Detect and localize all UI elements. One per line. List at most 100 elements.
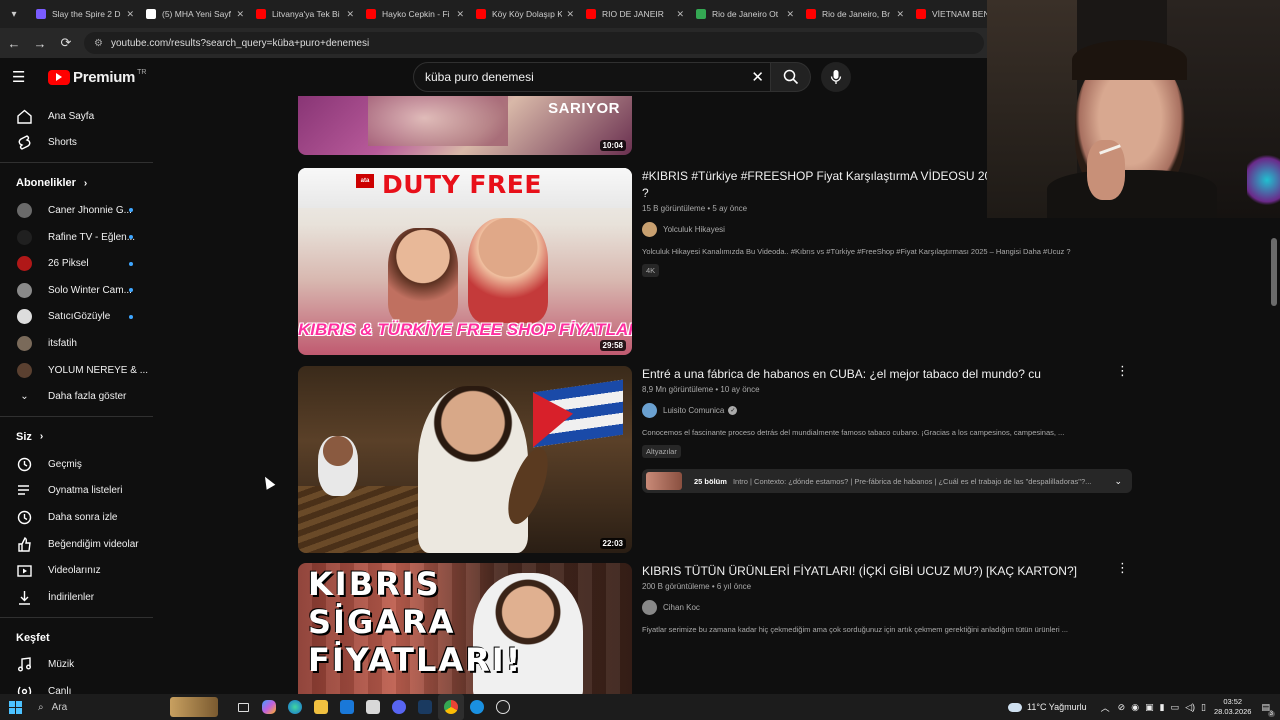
sidebar-item[interactable]: Caner Jhonnie G... xyxy=(0,197,153,224)
video-thumbnail[interactable]: ata DUTY FREE KIBRIS & TÜRKİYE FREE SHOP… xyxy=(298,168,632,355)
channel-name[interactable]: Yolculuk Hikayesi xyxy=(663,225,725,234)
sidebar-item[interactable]: YOLUM NEREYE & ... xyxy=(0,357,153,384)
video-title[interactable]: KIBRIS TÜTÜN ÜRÜNLERİ FİYATLARI! (İÇKİ G… xyxy=(642,563,1132,580)
taskbar-search[interactable]: ⌕ Ara xyxy=(38,696,218,718)
sidebar-item[interactable]: itsfatih xyxy=(0,330,153,357)
video-result[interactable]: 22:03 Entré a una fábrica de habanos en … xyxy=(298,364,1138,554)
your-videos-icon xyxy=(16,562,33,579)
channel-name[interactable]: Luisito Comunica xyxy=(663,406,724,415)
weather-text[interactable]: 11°C Yağmurlu xyxy=(1027,702,1087,712)
browser-tab[interactable]: Rio de Janeiro, Br ✕ xyxy=(800,2,910,26)
voice-search-button[interactable] xyxy=(821,62,851,92)
discord-icon[interactable] xyxy=(386,694,412,720)
sidebar-item[interactable]: Videolarınız xyxy=(0,557,153,584)
steam-icon[interactable] xyxy=(412,694,438,720)
more-actions-icon[interactable]: ⋮ xyxy=(1116,364,1129,377)
volume-icon[interactable]: ◁) xyxy=(1185,702,1195,713)
browser-tab[interactable]: Köy Köy Dolaşıp K ✕ xyxy=(470,2,580,26)
show-more-button[interactable]: ⌄ Daha fazla göster xyxy=(0,383,153,410)
sidebar-item[interactable]: SatıcıGözüyle xyxy=(0,304,153,331)
sidebar-item[interactable]: Ana Sayfa xyxy=(0,103,153,130)
channel-row[interactable]: Cihan Koc xyxy=(642,600,1132,615)
tab-close-icon[interactable]: ✕ xyxy=(786,9,794,20)
sidebar-item[interactable]: Beğendiğim videolar xyxy=(0,531,153,558)
sidebar-item[interactable]: Oynatma listeleri xyxy=(0,478,153,505)
tab-close-icon[interactable]: ✕ xyxy=(456,9,464,20)
copilot-icon[interactable] xyxy=(256,694,282,720)
video-thumbnail[interactable]: KIBRIS SİGARA FİYATLARI! xyxy=(298,563,632,694)
store-icon[interactable] xyxy=(360,694,386,720)
channel-name[interactable]: Cihan Koc xyxy=(663,603,700,612)
sidebar-item[interactable]: Solo Winter Cam... xyxy=(0,277,153,304)
tray-app-icon[interactable]: ⊘ xyxy=(1118,702,1126,713)
back-arrow-icon[interactable]: ← xyxy=(2,31,26,55)
chapters-panel[interactable]: 25 bölüm Intro | Contexto: ¿dónde estamo… xyxy=(642,469,1132,493)
browser-tab[interactable]: RIO DE JANEIR ✕ xyxy=(580,2,690,26)
sidebar-item[interactable]: Canlı xyxy=(0,678,153,694)
tray-app-icon[interactable]: ▣ xyxy=(1145,702,1154,713)
browser-tab[interactable]: Rio de Janeiro Ot ✕ xyxy=(690,2,800,26)
tab-close-icon[interactable]: ✕ xyxy=(676,9,684,20)
task-view-icon[interactable] xyxy=(230,694,256,720)
sidebar-item[interactable]: İndirilenler xyxy=(0,584,153,611)
chrome-icon[interactable] xyxy=(438,694,464,720)
video-thumbnail[interactable]: 22:03 xyxy=(298,366,632,553)
sidebar-item[interactable]: 26 Piksel xyxy=(0,250,153,277)
sidebar-item[interactable]: Rafine TV - Eğlen... xyxy=(0,224,153,251)
sidebar-item[interactable]: Geçmiş xyxy=(0,451,153,478)
sidebar-item[interactable]: Müzik xyxy=(0,652,153,679)
tray-app-icon[interactable]: ◉ xyxy=(1131,702,1139,713)
tab-close-icon[interactable]: ✕ xyxy=(896,9,904,20)
hamburger-menu-icon[interactable]: ☰ xyxy=(12,68,36,86)
browser-tab[interactable]: Hayko Cepkin - Fi ✕ xyxy=(360,2,470,26)
channel-row[interactable]: Yolculuk Hikayesi xyxy=(642,222,1132,237)
search-input[interactable]: küba puro denemesi ✕ xyxy=(413,62,771,92)
edge-icon[interactable] xyxy=(282,694,308,720)
site-info-icon[interactable]: ⚙ xyxy=(94,38,103,49)
file-explorer-icon[interactable] xyxy=(308,694,334,720)
more-actions-icon[interactable]: ⋮ xyxy=(1116,561,1129,574)
obs-icon[interactable] xyxy=(490,694,516,720)
sidebar-item[interactable]: Shorts xyxy=(0,130,153,157)
tray-overflow-chevron-icon[interactable]: ︿ xyxy=(1101,701,1110,714)
channel-avatar[interactable] xyxy=(642,403,657,418)
channel-row[interactable]: Luisito Comunica ✓ xyxy=(642,403,1132,418)
taskbar-clock[interactable]: 03:52 28.03.2026 xyxy=(1214,697,1252,717)
search-query-text: küba puro denemesi xyxy=(425,70,534,84)
battery-icon[interactable]: ▯ xyxy=(1201,702,1206,713)
tab-close-icon[interactable]: ✕ xyxy=(566,9,574,20)
video-result[interactable]: KIBRIS SİGARA FİYATLARI! KIBRIS TÜTÜN ÜRÜN… xyxy=(298,561,1138,694)
channel-avatar[interactable] xyxy=(642,600,657,615)
notification-icon[interactable]: ▤ 3 xyxy=(1261,702,1275,717)
subscriptions-heading[interactable]: Abonelikler › xyxy=(0,169,153,197)
browser-tab[interactable]: Litvanya'ya Tek Bi ✕ xyxy=(250,2,360,26)
scrollbar-thumb[interactable] xyxy=(1271,238,1277,306)
browser-tab[interactable]: Slay the Spire 2 D ✕ xyxy=(30,2,140,26)
weather-cloud-icon[interactable] xyxy=(1008,702,1023,712)
video-thumbnail[interactable]: SARIYOR 10:04 xyxy=(298,96,632,155)
channel-avatar[interactable] xyxy=(642,222,657,237)
tab-search-chevron-icon[interactable]: ▾ xyxy=(4,4,24,24)
browser-tab[interactable]: (5) MHA Yeni Sayf ✕ xyxy=(140,2,250,26)
address-bar[interactable]: ⚙ youtube.com/results?search_query=küba+… xyxy=(84,32,984,54)
forward-arrow-icon[interactable]: → xyxy=(28,31,52,55)
search-button[interactable] xyxy=(771,62,811,92)
tab-label: Köy Köy Dolaşıp K xyxy=(492,9,563,19)
microphone-icon xyxy=(830,70,842,84)
reload-icon[interactable]: ⟳ xyxy=(54,31,78,55)
tray-mic-icon[interactable]: ▮ xyxy=(1160,702,1165,713)
clear-search-icon[interactable]: ✕ xyxy=(751,68,764,86)
sidebar-item[interactable]: Daha sonra izle xyxy=(0,504,153,531)
you-heading[interactable]: Siz › xyxy=(0,423,153,451)
notification-count: 3 xyxy=(1267,710,1275,717)
network-icon[interactable]: ▭ xyxy=(1171,702,1180,713)
start-button-icon[interactable] xyxy=(2,694,28,720)
video-title[interactable]: Entré a una fábrica de habanos en CUBA: … xyxy=(642,366,1132,383)
outlook-icon[interactable] xyxy=(334,694,360,720)
battlenet-icon[interactable] xyxy=(464,694,490,720)
chevron-down-icon[interactable]: ⌄ xyxy=(1114,476,1122,487)
tab-close-icon[interactable]: ✕ xyxy=(346,9,354,20)
tab-close-icon[interactable]: ✕ xyxy=(126,9,134,20)
tab-close-icon[interactable]: ✕ xyxy=(236,9,244,20)
youtube-premium-logo[interactable]: Premium TR xyxy=(48,69,146,86)
